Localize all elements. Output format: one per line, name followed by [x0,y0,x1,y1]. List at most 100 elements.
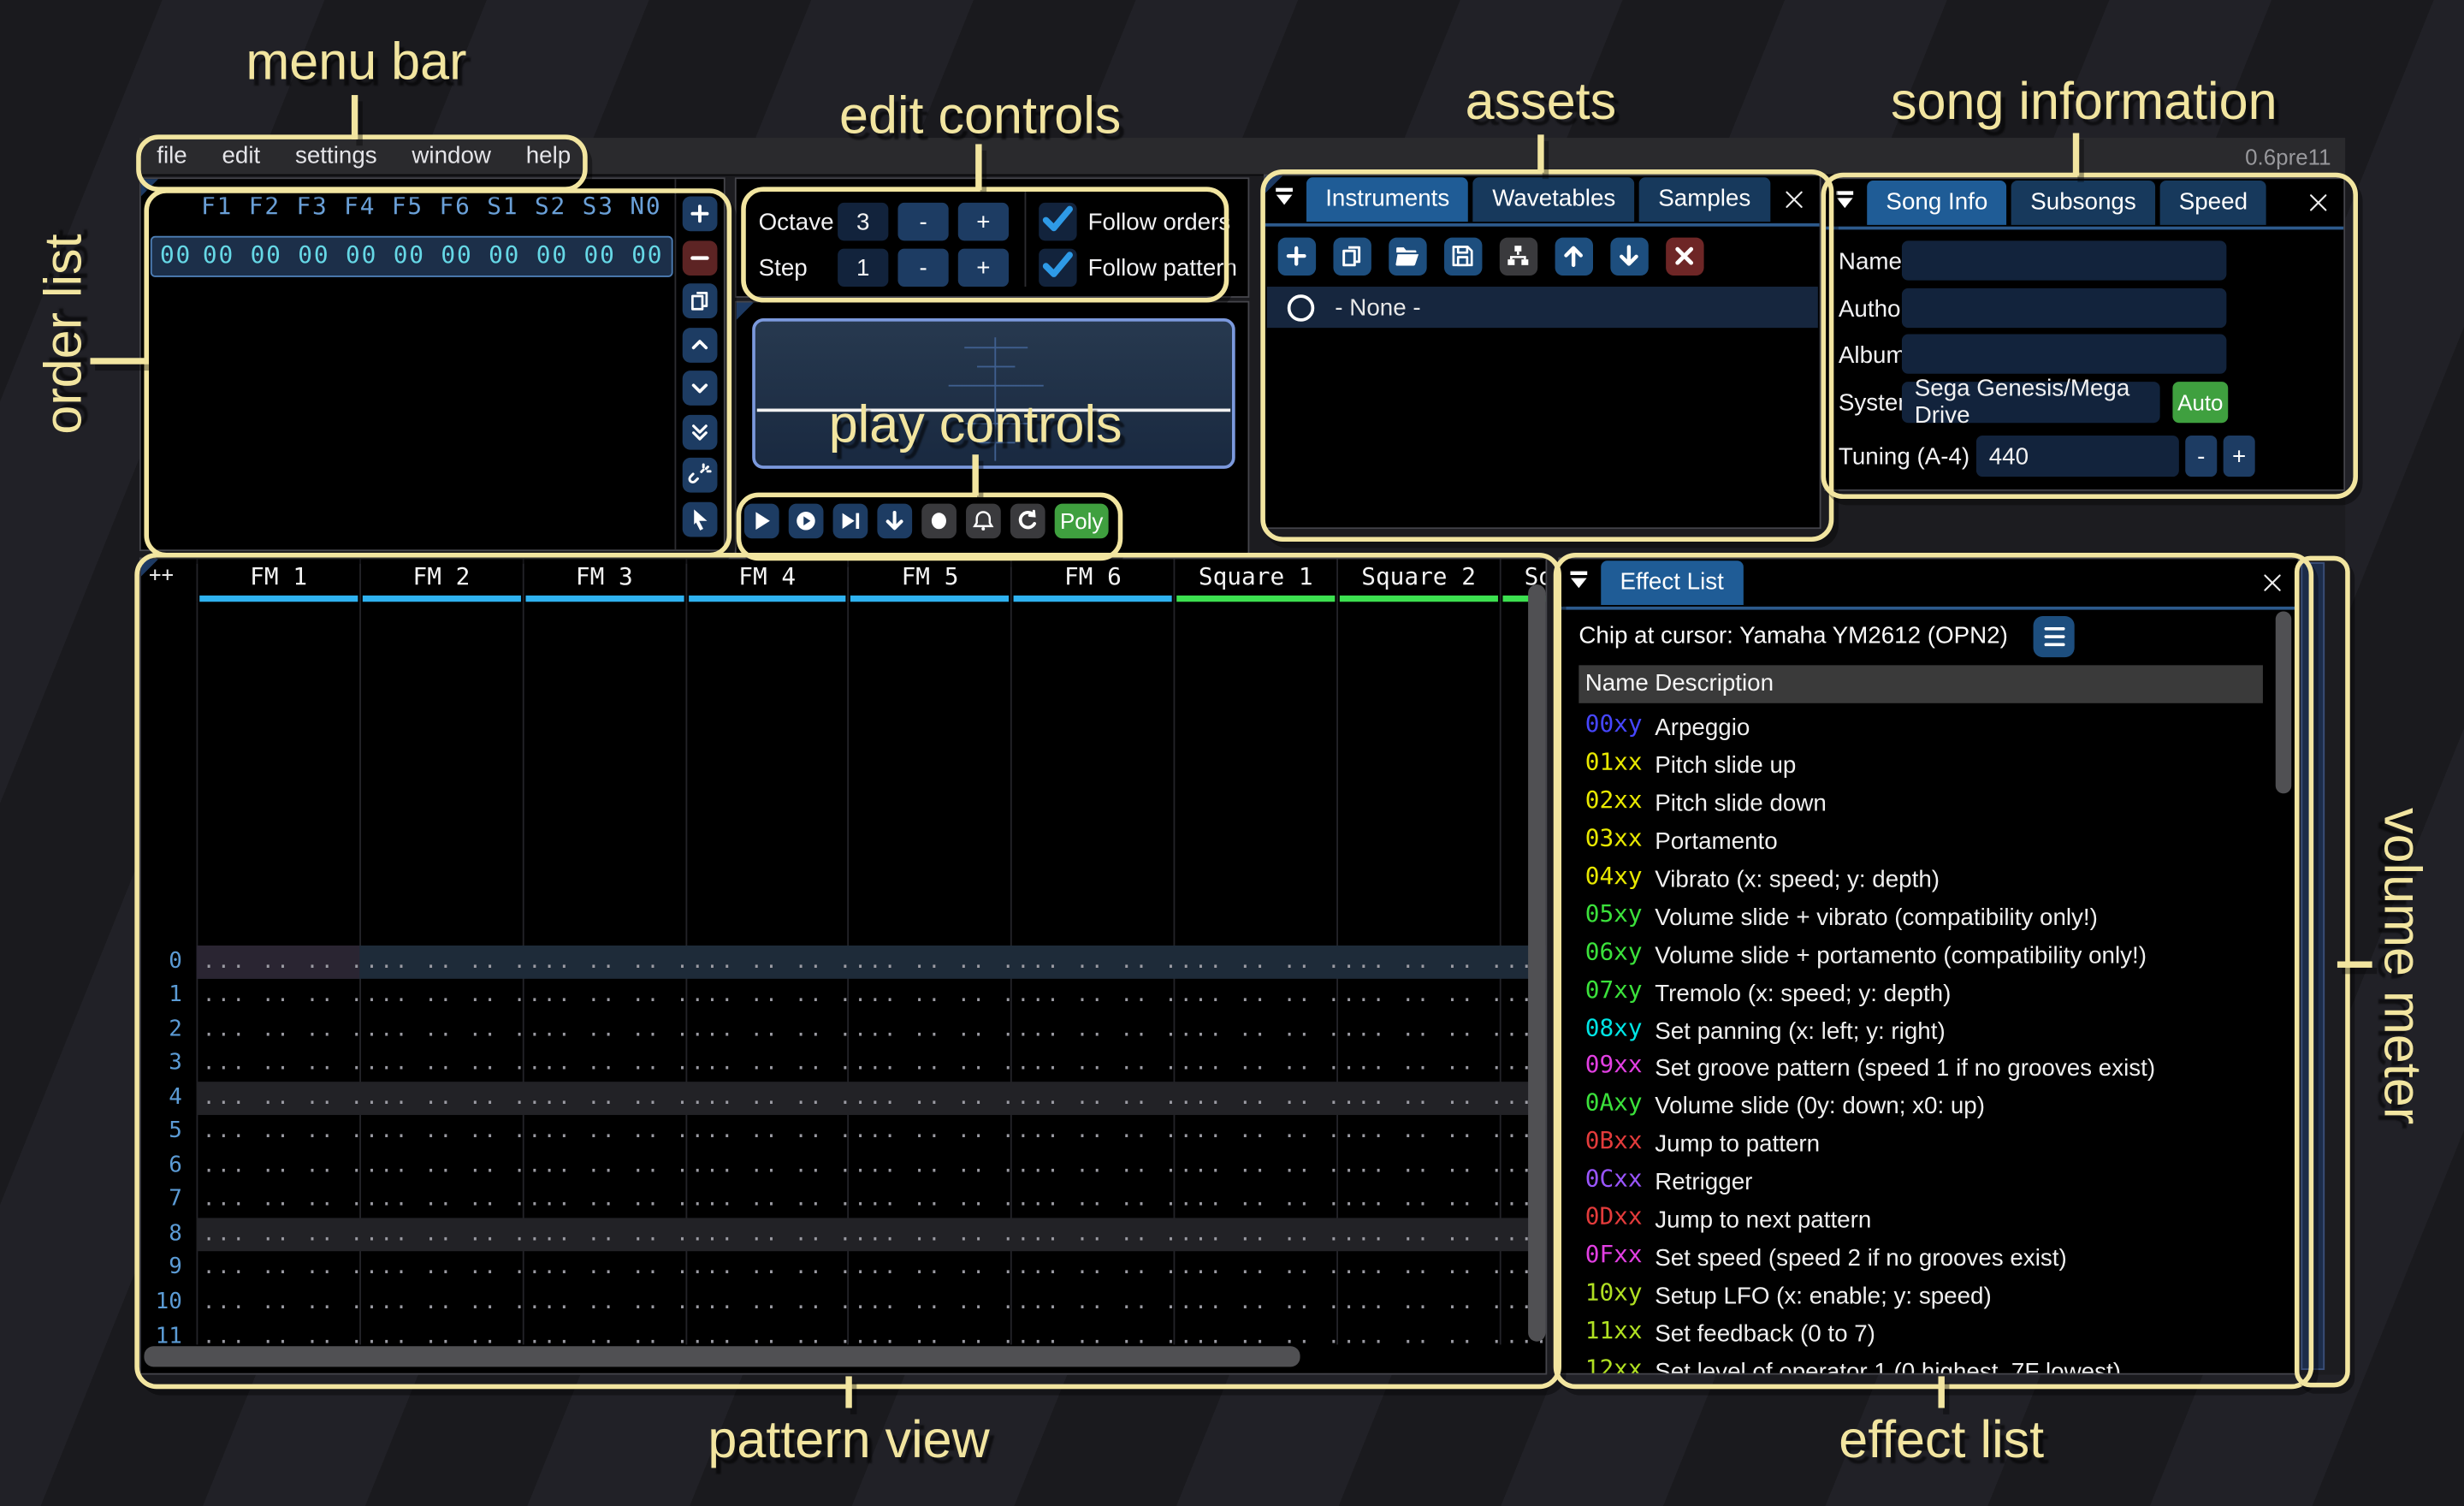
tuning-field[interactable]: 440 [1976,436,2179,477]
channel-header[interactable]: Square 2 [1336,559,1499,602]
channel-header[interactable]: FM 5 [848,559,1010,602]
pattern-cell[interactable]: ... .. .. .... [685,1286,848,1320]
pattern-cell[interactable]: ... .. .. .... [1174,1082,1336,1116]
pattern-cell[interactable]: ... .. .. .... [359,1218,522,1252]
menu-item[interactable]: settings [278,138,394,175]
collapse-icon[interactable] [1832,187,1863,218]
pattern-cell[interactable]: ... .. .. .... [522,1218,684,1252]
channel-header[interactable]: FM 1 [197,559,359,602]
pattern-corner[interactable]: ++ [141,559,197,602]
pattern-cell[interactable]: ... .. .. .... [359,1082,522,1116]
close-icon[interactable] [1781,187,1807,212]
effect-list-row[interactable]: 06xy Volume slide + portamento (compatib… [1578,937,2283,975]
order-duplicate-end-button[interactable] [683,414,718,449]
repeat-pattern-button[interactable] [1010,504,1045,539]
order-remove-button[interactable] [683,240,718,275]
pattern-cell[interactable]: ... .. .. .... [1010,1252,1173,1286]
pattern-cell[interactable]: ... .. .. .... [522,979,684,1013]
pattern-cell[interactable]: ... .. .. .... [848,1115,1010,1149]
hamburger-menu-button[interactable] [2034,616,2075,657]
pattern-cell[interactable]: ... .. .. .... [1174,1047,1336,1082]
album-field[interactable] [1902,335,2226,374]
pattern-cell[interactable]: ... .. .. .... [1336,1082,1499,1116]
order-row[interactable]: 00 00 00 00 00 00 00 00 00 00 00 [151,236,673,277]
order-deep-clone-button[interactable] [683,458,718,493]
effect-list-row[interactable]: 0Bxx Jump to pattern [1578,1127,2283,1165]
pattern-cell[interactable]: ... .. .. .... [522,1082,684,1116]
octave-plus-button[interactable]: + [958,203,1009,240]
order-move-up-button[interactable] [683,327,718,362]
pattern-cell[interactable]: ... .. .. .... [1174,945,1336,979]
effect-list-tab[interactable]: Effect List [1601,560,1743,605]
pattern-cell[interactable]: ... .. .. .... [848,1047,1010,1082]
pattern-cell[interactable]: ... .. .. .... [1174,1218,1336,1252]
pattern-cell[interactable]: ... .. .. .... [1174,979,1336,1013]
step-minus-button[interactable]: - [897,249,948,287]
pattern-cell[interactable]: ... .. .. .... [685,945,848,979]
pattern-cell[interactable]: ... .. .. .... [848,1183,1010,1218]
pattern-cell[interactable]: ... .. .. .... [1336,1149,1499,1183]
duplicate-asset-button[interactable] [1333,238,1371,276]
poly-button[interactable]: Poly [1055,504,1109,539]
octave-minus-button[interactable]: - [897,203,948,240]
pattern-cell[interactable]: ... .. .. .... [685,1252,848,1286]
effect-list-row[interactable]: 04xy Vibrato (x: speed; y: depth) [1578,861,2283,898]
tuning-minus-button[interactable]: - [2185,436,2217,477]
pattern-cell[interactable]: ... .. .. .... [1010,1149,1173,1183]
effect-list-row[interactable]: 10xy Setup LFO (x: enable; y: speed) [1578,1278,2283,1316]
pattern-cell[interactable]: ... .. .. .... [848,1149,1010,1183]
move-asset-down-button[interactable] [1610,238,1648,276]
pattern-cell[interactable]: ... .. .. .... [1336,1252,1499,1286]
pattern-cell[interactable]: ... .. .. .... [1336,1013,1499,1047]
move-asset-up-button[interactable] [1555,238,1593,276]
pattern-cell[interactable]: ... .. .. .... [1010,979,1173,1013]
effect-list-row[interactable]: 09xx Set groove pattern (speed 1 if no g… [1578,1051,2283,1088]
collapse-icon[interactable] [1567,567,1598,599]
order-add-button[interactable] [683,197,718,232]
pattern-cell[interactable]: ... .. .. .... [848,979,1010,1013]
name-field[interactable] [1902,240,2226,280]
pattern-cell[interactable]: ... .. .. .... [1010,1115,1173,1149]
pattern-cell[interactable]: ... .. .. .... [1010,1082,1173,1116]
toggle-folders-button[interactable] [1500,238,1537,276]
effect-list-row[interactable]: 07xy Tremolo (x: speed; y: depth) [1578,975,2283,1012]
play-pattern-button[interactable] [789,504,824,539]
pattern-cell[interactable]: ... .. .. .... [359,1183,522,1218]
pattern-cell[interactable]: ... .. .. .... [685,1047,848,1082]
pattern-cell[interactable]: ... .. .. .... [1010,1183,1173,1218]
pattern-cell[interactable]: ... .. .. .... [685,1183,848,1218]
open-asset-button[interactable] [1389,238,1426,276]
pattern-cell[interactable]: ... .. .. .... [685,979,848,1013]
pattern-cell[interactable]: ... .. .. .... [522,1047,684,1082]
effect-list-row[interactable]: 0Dxx Jump to next pattern [1578,1202,2283,1240]
pattern-cell[interactable]: ... .. .. .... [1010,1218,1173,1252]
pattern-cell[interactable]: ... .. .. .... [197,1149,359,1183]
pattern-cell[interactable]: ... .. .. .... [1010,1013,1173,1047]
effect-list-row[interactable]: 12xx Set level of operator 1 (0 highest,… [1578,1354,2283,1374]
assets-tab[interactable]: Instruments [1306,177,1468,222]
pattern-cell[interactable]: ... .. .. .... [1174,1115,1336,1149]
collapse-icon[interactable] [1271,184,1303,216]
pattern-horizontal-scrollbar[interactable] [144,1346,1300,1367]
menu-item[interactable]: window [394,138,508,175]
pattern-cell[interactable]: ... .. .. .... [522,1149,684,1183]
pattern-cell[interactable]: ... .. .. .... [1336,1218,1499,1252]
step-value[interactable]: 1 [838,249,888,287]
pattern-cell[interactable]: ... .. .. .... [1174,1183,1336,1218]
pattern-cell[interactable]: ... .. .. .... [1336,979,1499,1013]
system-field[interactable]: Sega Genesis/Mega Drive [1902,382,2160,423]
effect-list-row[interactable]: 0Fxx Set speed (speed 2 if no grooves ex… [1578,1240,2283,1278]
pattern-cell[interactable]: ... .. .. .... [848,1218,1010,1252]
pattern-cell[interactable]: ... .. .. .... [522,1183,684,1218]
pattern-cell[interactable]: ... .. .. .... [197,1013,359,1047]
pattern-cell[interactable]: ... .. .. .... [1010,945,1173,979]
effect-list-row[interactable]: 03xx Portamento [1578,823,2283,861]
tuning-plus-button[interactable]: + [2224,436,2255,477]
song-info-tab[interactable]: Speed [2160,181,2267,225]
pattern-cell[interactable]: ... .. .. .... [1174,1149,1336,1183]
pattern-cell[interactable]: ... .. .. .... [1336,1320,1499,1355]
pattern-cell[interactable]: ... .. .. .... [197,1252,359,1286]
instrument-list-item[interactable]: - None - [1267,287,1818,328]
pattern-cell[interactable]: ... .. .. .... [1336,1183,1499,1218]
pattern-cell[interactable]: ... .. .. .... [197,1286,359,1320]
